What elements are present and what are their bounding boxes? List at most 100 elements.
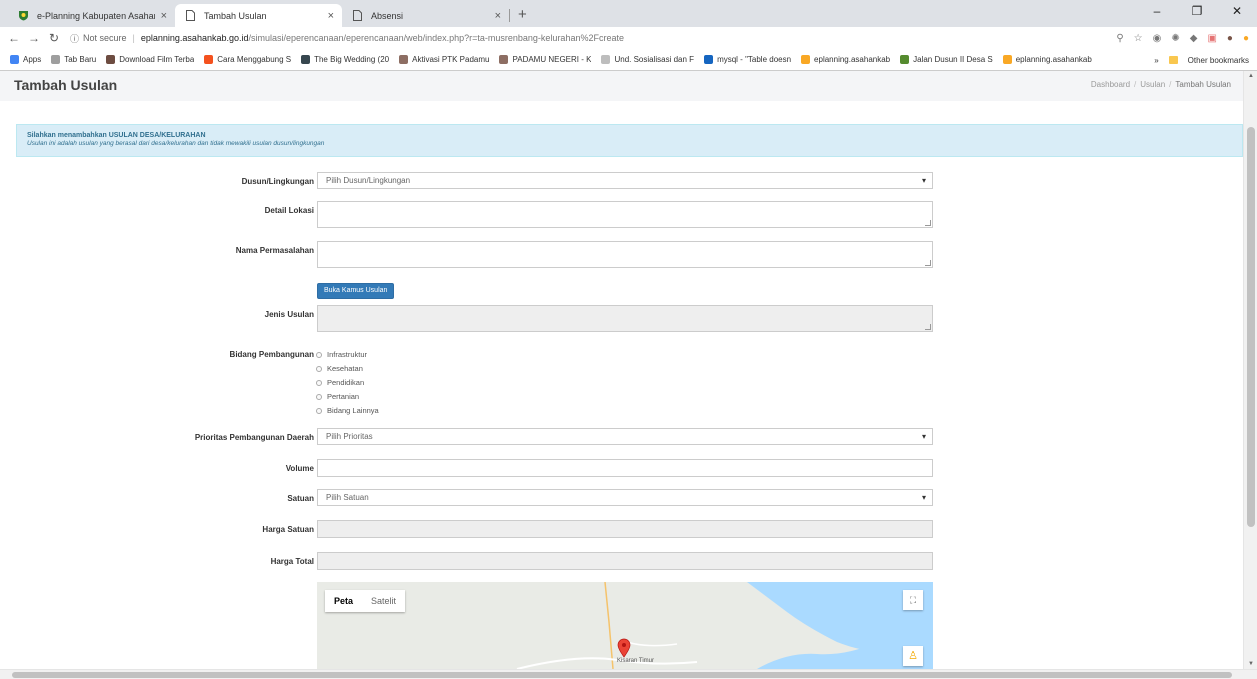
profile-avatar-icon[interactable]: ● xyxy=(1227,33,1233,44)
radio-pertanian[interactable]: Pertanian xyxy=(316,392,359,401)
address-bar[interactable]: ⓘ Not secure | eplanning.asahankab.go.id… xyxy=(70,29,1116,47)
scroll-thumb[interactable] xyxy=(12,672,1232,678)
bookmark-item[interactable]: eplanning.asahankab xyxy=(801,55,890,64)
map-type-peta[interactable]: Peta xyxy=(325,590,362,612)
bookmarks-bar: Apps Tab Baru Download Film Terba Cara M… xyxy=(0,49,1257,71)
page-title: Tambah Usulan xyxy=(14,77,118,93)
new-tab-button[interactable]: + xyxy=(518,6,527,23)
tab-tambah-usulan[interactable]: Tambah Usulan × xyxy=(175,4,342,27)
radio-circle[interactable] xyxy=(316,393,322,400)
eplanning-icon xyxy=(1002,55,1012,64)
dusun-select[interactable]: Pilih Dusun/Lingkungan xyxy=(317,172,933,189)
map-marker-icon[interactable] xyxy=(617,638,631,658)
extension-icon[interactable]: ▣ xyxy=(1207,33,1216,44)
radio-bidang-lainnya[interactable]: Bidang Lainnya xyxy=(316,406,379,415)
security-label: Not secure xyxy=(83,33,127,43)
close-window-icon[interactable]: ✕ xyxy=(1217,0,1257,22)
bookmark-item[interactable]: PADAMU NEGERI - K xyxy=(499,55,591,64)
map-type-satelit[interactable]: Satelit xyxy=(362,590,405,612)
kamus-usulan-button[interactable]: Buka Kamus Usulan xyxy=(317,283,395,299)
url-path: /simulasi/eperencanaan/eperencanaan/web/… xyxy=(248,33,624,43)
radio-circle[interactable] xyxy=(316,379,322,386)
bookmark-item[interactable]: eplanning.asahankab xyxy=(1002,55,1092,64)
pegman-icon[interactable]: ♙ xyxy=(903,646,923,666)
radio-kesehatan[interactable]: Kesehatan xyxy=(316,364,363,373)
bookmark-item[interactable]: The Big Wedding (20 xyxy=(301,55,389,64)
tab-absensi[interactable]: Absensi × xyxy=(342,4,509,27)
breadcrumb-separator: / xyxy=(1134,80,1137,89)
tab-baru-icon xyxy=(51,55,61,64)
radio-circle[interactable] xyxy=(316,407,322,414)
tab-close-icon[interactable]: × xyxy=(495,10,501,22)
volume-label: Volume xyxy=(285,464,314,473)
bookmark-apps[interactable]: Apps xyxy=(10,55,41,64)
bookmarks-overflow-button[interactable]: » xyxy=(1154,56,1158,65)
info-icon[interactable]: ⓘ xyxy=(70,32,79,45)
scroll-up-icon[interactable]: ▲ xyxy=(1248,73,1254,79)
back-icon[interactable]: ← xyxy=(4,31,24,45)
bookmark-item[interactable]: Tab Baru xyxy=(51,55,96,64)
tab-strip: e-Planning Kabupaten Asahan × Tambah Usu… xyxy=(0,0,1257,27)
url-host: eplanning.asahankab.go.id xyxy=(140,33,249,43)
page-icon xyxy=(185,10,196,21)
tab-close-icon[interactable]: × xyxy=(328,10,334,22)
bookmark-label: Und. Sosialisasi dan F xyxy=(614,55,695,64)
alert-icon[interactable]: ● xyxy=(1243,33,1249,44)
prioritas-select[interactable]: Pilih Prioritas xyxy=(317,428,933,445)
jenis-usulan-textarea[interactable] xyxy=(317,305,933,332)
fullscreen-icon[interactable]: ⛶ xyxy=(903,590,923,610)
other-bookmarks[interactable]: Other bookmarks xyxy=(1188,56,1249,65)
bookmark-item[interactable]: Aktivasi PTK Padamu xyxy=(399,55,489,64)
breadcrumb: Dashboard / Usulan / Tambah Usulan xyxy=(1091,80,1231,89)
radio-circle[interactable] xyxy=(316,365,322,372)
radio-pendidikan[interactable]: Pendidikan xyxy=(316,378,364,387)
location-map[interactable]: Peta Satelit ⛶ Kisaran Timur ♙ xyxy=(317,582,933,669)
shield-icon[interactable]: ◆ xyxy=(1190,33,1198,44)
satuan-label: Satuan xyxy=(287,494,314,503)
volume-input[interactable] xyxy=(317,459,933,477)
bookmark-item[interactable]: Cara Menggabung S xyxy=(204,55,291,64)
bookmark-item[interactable]: mysql - "Table doesn xyxy=(704,55,791,64)
bookmark-label: Cara Menggabung S xyxy=(217,55,292,64)
detail-lokasi-textarea[interactable] xyxy=(317,201,933,228)
nama-permasalahan-label: Nama Permasalahan xyxy=(235,246,314,255)
page-content: Tambah Usulan Dashboard / Usulan / Tambah Us… xyxy=(0,71,1243,669)
forward-icon[interactable]: → xyxy=(24,31,44,45)
radio-label: Pendidikan xyxy=(327,378,365,387)
bookmark-label: Jalan Dusun II Desa S xyxy=(913,55,993,64)
nama-permasalahan-textarea[interactable] xyxy=(317,241,933,268)
map-place-label: Kisaran Timur xyxy=(617,658,655,664)
asahan-logo-icon xyxy=(900,55,910,64)
breadcrumb-usulan[interactable]: Usulan xyxy=(1140,80,1165,89)
extension-icon[interactable]: ✺ xyxy=(1171,33,1179,44)
info-alert: Silahkan menambahkan USULAN DESA/KELURAH… xyxy=(16,124,1243,157)
search-icon[interactable]: ⚲ xyxy=(1116,33,1123,44)
harga-satuan-input[interactable] xyxy=(317,520,933,538)
bookmark-label: Apps xyxy=(23,55,42,64)
bookmark-label: Aktivasi PTK Padamu xyxy=(412,55,490,64)
blogger-icon xyxy=(204,55,214,64)
radio-circle[interactable] xyxy=(316,351,322,358)
bookmark-item[interactable]: Jalan Dusun II Desa S xyxy=(900,55,993,64)
tab-title: Absensi xyxy=(371,10,404,21)
scroll-down-icon[interactable]: ▼ xyxy=(1248,661,1254,667)
radio-infrastruktur[interactable]: Infrastruktur xyxy=(316,350,367,359)
reload-icon[interactable]: ↻ xyxy=(44,31,64,45)
asahan-logo-icon xyxy=(18,10,29,21)
jenis-usulan-label: Jenis Usulan xyxy=(264,310,314,319)
breadcrumb-dashboard[interactable]: Dashboard xyxy=(1091,80,1130,89)
tab-close-icon[interactable]: × xyxy=(161,10,167,22)
bookmark-item[interactable]: Download Film Terba xyxy=(106,55,194,64)
scroll-thumb[interactable] xyxy=(1247,127,1255,527)
star-icon[interactable]: ☆ xyxy=(1134,33,1143,44)
harga-total-input[interactable] xyxy=(317,552,933,570)
minimize-icon[interactable]: – xyxy=(1137,0,1177,22)
bookmark-item[interactable]: Und. Sosialisasi dan F xyxy=(601,55,694,64)
extension-icon[interactable]: ◉ xyxy=(1153,33,1162,44)
satuan-select[interactable]: Pilih Satuan xyxy=(317,489,933,506)
restore-icon[interactable]: ❐ xyxy=(1177,0,1217,22)
folder-icon xyxy=(1168,56,1178,64)
tab-eplanning[interactable]: e-Planning Kabupaten Asahan × xyxy=(8,4,175,27)
vertical-scrollbar[interactable]: ▲ ▼ xyxy=(1243,71,1257,669)
horizontal-scrollbar[interactable] xyxy=(0,669,1257,679)
